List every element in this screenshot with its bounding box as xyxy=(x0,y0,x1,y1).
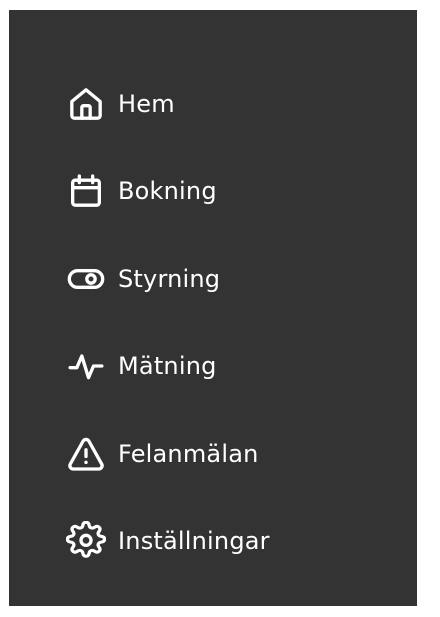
activity-icon xyxy=(66,346,106,386)
menu-item-styrning[interactable]: Styrning xyxy=(9,235,417,323)
menu-item-label: Inställningar xyxy=(118,527,270,556)
menu-item-bokning[interactable]: Bokning xyxy=(9,148,417,236)
menu-item-label: Hem xyxy=(118,89,175,118)
menu-item-felanmalan[interactable]: Felanmälan xyxy=(9,410,417,498)
warning-icon xyxy=(66,434,106,474)
calendar-icon xyxy=(66,171,106,211)
navigation-menu-panel: Hem Bokning Styrning Mätning Felanmälan … xyxy=(9,10,417,606)
toggle-icon xyxy=(66,259,106,299)
menu-item-matning[interactable]: Mätning xyxy=(9,323,417,411)
menu-item-hem[interactable]: Hem xyxy=(9,60,417,148)
navigation-menu-list: Hem Bokning Styrning Mätning Felanmälan … xyxy=(9,60,417,585)
menu-item-label: Styrning xyxy=(118,264,221,293)
menu-item-label: Mätning xyxy=(118,352,217,381)
home-icon xyxy=(66,84,106,124)
menu-item-label: Felanmälan xyxy=(118,439,259,468)
menu-item-label: Bokning xyxy=(118,177,217,206)
menu-item-installningar[interactable]: Inställningar xyxy=(9,498,417,586)
settings-gear-icon xyxy=(66,521,106,561)
